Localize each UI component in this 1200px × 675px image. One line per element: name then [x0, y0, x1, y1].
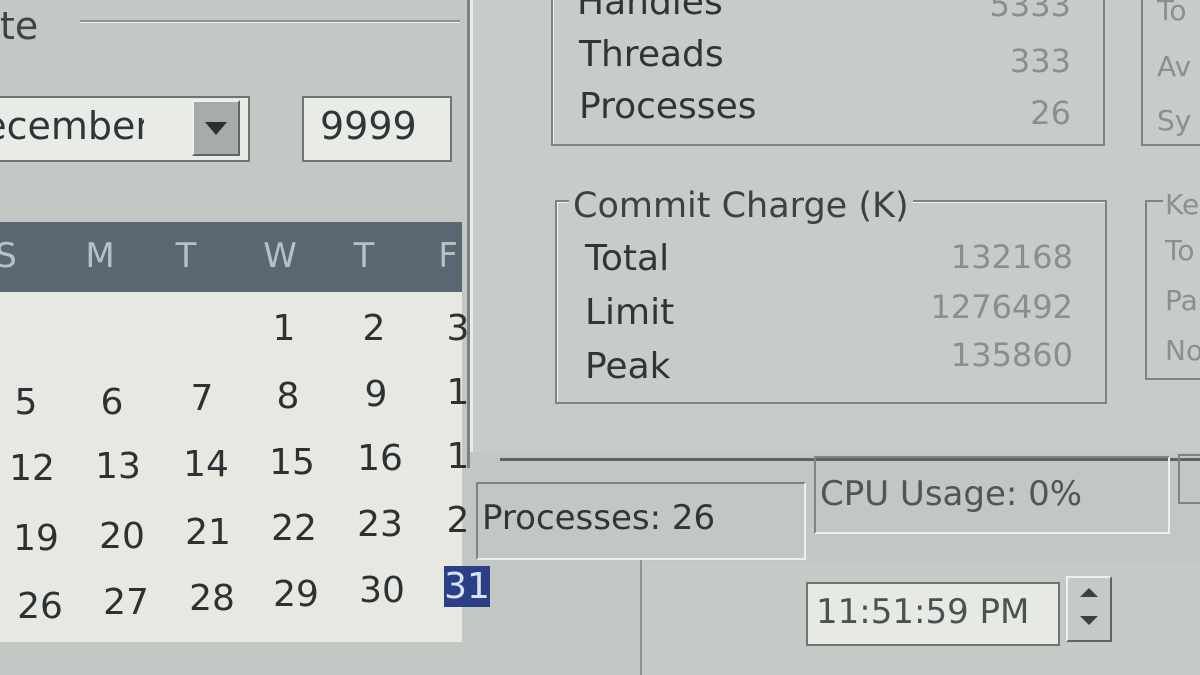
commit-limit-value: 1276492 — [930, 288, 1073, 326]
panel-divider — [640, 560, 642, 675]
weekday-fri: F — [438, 236, 458, 276]
task-manager-window: Handles 5333 Threads 333 Processes 26 To… — [470, 0, 1200, 468]
status-commit-cell — [1178, 454, 1200, 504]
calendar-day[interactable]: 19 — [4, 518, 68, 559]
month-select-value: December — [0, 104, 144, 148]
calendar-day[interactable]: 12 — [0, 448, 64, 489]
chevron-down-icon — [205, 121, 227, 135]
time-spinner[interactable] — [1066, 576, 1112, 642]
status-cpu-cell: CPU Usage: 0% — [814, 456, 1170, 534]
calendar-day[interactable]: 28 — [180, 578, 244, 619]
time-field[interactable]: 11:51:59 PM — [806, 582, 1060, 646]
task-manager-status-bar: Processes: 26 CPU Usage: 0% — [470, 452, 1200, 562]
status-processes-text: Processes: 26 — [482, 498, 716, 538]
processes-label: Processes — [579, 86, 757, 127]
calendar-day[interactable]: 27 — [94, 582, 158, 623]
calendar-day[interactable]: 21 — [176, 512, 240, 553]
weekday-thu: T — [353, 236, 375, 276]
weekday-mon: M — [85, 236, 115, 276]
calendar-day[interactable]: 30 — [350, 570, 414, 611]
commit-peak-label: Peak — [585, 346, 671, 387]
month-dropdown-button[interactable] — [192, 100, 240, 156]
calendar-day[interactable]: 15 — [260, 442, 324, 483]
calendar-day[interactable]: 29 — [264, 574, 328, 615]
kernel-memory-label: To — [1165, 234, 1195, 267]
month-select[interactable]: December — [0, 96, 250, 162]
calendar-day[interactable]: 13 — [86, 446, 150, 487]
calendar-day[interactable]: 26 — [8, 586, 72, 627]
weekday-sun: S — [0, 236, 17, 276]
calendar-day[interactable]: 14 — [174, 444, 238, 485]
calendar-day[interactable]: 8 — [256, 376, 320, 417]
threads-value: 333 — [1009, 42, 1071, 80]
kernel-memory-label: No — [1165, 334, 1200, 367]
calendar-day[interactable]: 23 — [348, 504, 412, 545]
kernel-memory-label: Pa — [1165, 284, 1198, 317]
commit-charge-title: Commit Charge (K) — [569, 186, 913, 226]
calendar-day[interactable]: 16 — [348, 438, 412, 479]
month-calendar[interactable]: S M T W T F 1 2 3 5 6 7 8 9 1 12 13 14 1… — [0, 222, 490, 642]
commit-total-label: Total — [585, 238, 670, 279]
calendar-day-selected[interactable]: 31 — [444, 566, 490, 607]
threads-label: Threads — [579, 34, 724, 75]
year-field[interactable]: 9999 — [302, 96, 452, 162]
kernel-memory-title: Ke — [1163, 188, 1200, 221]
commit-total-value: 132168 — [950, 238, 1073, 276]
calendar-day[interactable]: 6 — [80, 382, 144, 423]
weekday-tue: T — [175, 236, 197, 276]
processes-value: 26 — [1030, 94, 1071, 132]
calendar-weekday-header: S M T W T F — [0, 222, 462, 292]
commit-limit-label: Limit — [585, 292, 675, 333]
calendar-day[interactable]: 22 — [262, 508, 326, 549]
time-field-value: 11:51:59 PM — [816, 592, 1030, 632]
commit-peak-value: 135860 — [950, 336, 1073, 374]
calendar-day[interactable]: 7 — [170, 378, 234, 419]
physical-memory-label: Av — [1157, 50, 1192, 83]
year-field-value: 9999 — [320, 104, 417, 148]
calendar-day[interactable]: 1 — [252, 308, 316, 349]
calendar-day[interactable]: 20 — [90, 516, 154, 557]
date-group-border — [80, 20, 460, 22]
handles-value: 5333 — [989, 0, 1071, 24]
status-cpu-text: CPU Usage: 0% — [820, 474, 1083, 514]
physical-memory-label: To — [1157, 0, 1187, 27]
weekday-wed: W — [263, 236, 297, 276]
status-processes-cell: Processes: 26 — [476, 482, 806, 560]
date-group-title: te — [0, 4, 39, 48]
handles-label: Handles — [577, 0, 723, 23]
calendar-day[interactable]: 5 — [0, 382, 58, 423]
physical-memory-label: Sy — [1157, 104, 1192, 137]
calendar-day[interactable]: 9 — [344, 374, 408, 415]
spin-up-icon[interactable] — [1080, 588, 1098, 597]
calendar-day[interactable]: 2 — [342, 308, 406, 349]
spin-down-icon[interactable] — [1080, 616, 1098, 625]
